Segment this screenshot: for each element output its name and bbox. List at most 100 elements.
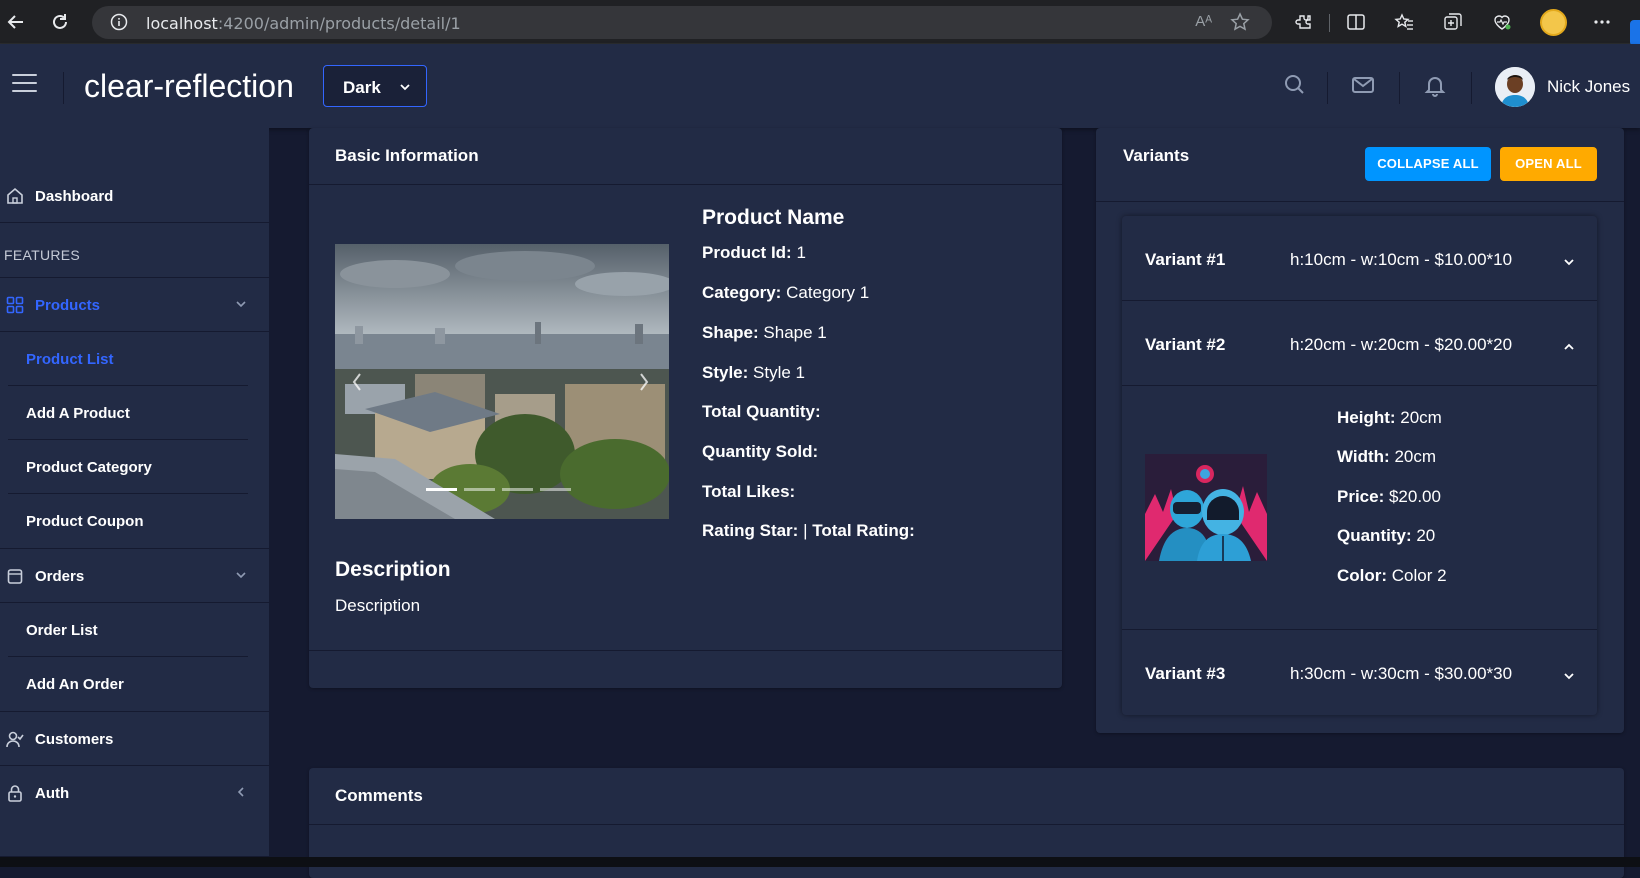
header-divider xyxy=(1327,72,1328,104)
url-path: :4200/admin/products/detail/1 xyxy=(217,14,461,33)
taskbar-strip xyxy=(0,857,1640,867)
header-divider xyxy=(63,72,64,104)
variant-details: Height: 20cm Width: 20cm Price: $20.00 Q… xyxy=(1122,386,1597,630)
user-name[interactable]: Nick Jones xyxy=(1547,77,1630,97)
description-text: Description xyxy=(335,596,421,615)
more-options-icon[interactable] xyxy=(1590,10,1614,34)
sidebar-group-title: FEATURES xyxy=(4,247,81,263)
site-info-icon[interactable] xyxy=(110,13,128,31)
url-host: localhost xyxy=(146,14,218,33)
sidebar-item-products[interactable]: Products xyxy=(0,278,269,332)
variant-price-field: Price: $20.00 xyxy=(1337,487,1441,506)
person-done-icon xyxy=(6,730,24,748)
header-divider xyxy=(1399,72,1400,104)
sidebar-item-order-list[interactable]: Order List xyxy=(8,603,248,657)
carousel-dot[interactable] xyxy=(426,488,457,491)
email-icon[interactable] xyxy=(1351,73,1375,97)
user-avatar[interactable] xyxy=(1495,67,1535,107)
product-image-carousel[interactable] xyxy=(335,244,669,519)
sidebar-item-auth[interactable]: Auth xyxy=(0,766,269,820)
menu-toggle-icon[interactable] xyxy=(12,74,37,94)
sidebar-item-add-order[interactable]: Add An Order xyxy=(8,657,248,711)
url-text: localhost:4200/admin/products/detail/1 xyxy=(146,14,461,33)
profile-avatar-icon[interactable] xyxy=(1540,9,1567,36)
app-header: clear-reflection Dark Nick Jones xyxy=(0,44,1640,128)
theme-select[interactable]: Dark xyxy=(323,65,427,107)
address-bar[interactable]: localhost:4200/admin/products/detail/1 A… xyxy=(92,6,1272,39)
sidebar-item-label: Dashboard xyxy=(35,188,114,205)
variant-header[interactable]: Variant #2 h:20cm - w:20cm - $20.00*20 xyxy=(1122,301,1597,386)
variant-width-field: Width: 20cm xyxy=(1337,447,1437,466)
app-title[interactable]: clear-reflection xyxy=(84,68,294,105)
open-all-button[interactable]: OPEN ALL xyxy=(1500,147,1597,181)
variant-name: Variant #2 xyxy=(1145,335,1226,354)
sidebar-item-label: Products xyxy=(35,297,101,314)
variant-header[interactable]: Variant #1 h:10cm - w:10cm - $10.00*10 xyxy=(1122,216,1597,301)
read-aloud-icon[interactable]: Aᴬ xyxy=(1195,13,1212,30)
shopping-bag-icon xyxy=(6,567,24,585)
total-likes-field: Total Likes: xyxy=(702,482,796,501)
back-arrow-icon[interactable] xyxy=(4,10,28,34)
browser-essentials-icon[interactable] xyxy=(1490,10,1514,34)
carousel-dot[interactable] xyxy=(540,488,571,491)
rating-field: Rating Star: | Total Rating: xyxy=(702,521,915,540)
favorite-star-icon[interactable] xyxy=(1230,12,1250,32)
chevron-up-icon xyxy=(1563,341,1575,353)
sidebar-item-label: Orders xyxy=(35,568,85,585)
variants-accordion: Variant #1 h:10cm - w:10cm - $10.00*10 V… xyxy=(1122,216,1597,715)
theme-select-value: Dark xyxy=(343,78,381,97)
shape-field: Shape: Shape 1 xyxy=(702,323,827,342)
carousel-dot[interactable] xyxy=(464,488,495,491)
collapse-all-button[interactable]: COLLAPSE ALL xyxy=(1365,147,1491,181)
sidebar-item-label: Add A Product xyxy=(26,405,130,422)
edge-sidebar-tab[interactable] xyxy=(1630,20,1640,46)
reload-icon[interactable] xyxy=(48,10,72,34)
variant-color-field: Color: Color 2 xyxy=(1337,566,1447,585)
sidebar-item-label: Product Coupon xyxy=(26,513,144,530)
sidebar-item-product-category[interactable]: Product Category xyxy=(8,440,248,494)
variant-image xyxy=(1145,454,1267,561)
style-field: Style: Style 1 xyxy=(702,363,805,382)
search-icon[interactable] xyxy=(1284,73,1306,97)
split-screen-icon[interactable] xyxy=(1344,10,1368,34)
total-quantity-field: Total Quantity: xyxy=(702,402,821,421)
sidebar-item-customers[interactable]: Customers xyxy=(0,712,269,766)
variant-quantity-field: Quantity: 20 xyxy=(1337,526,1436,545)
sidebar-item-label: Auth xyxy=(35,785,70,802)
notifications-bell-icon[interactable] xyxy=(1423,73,1447,99)
toolbar-divider xyxy=(1329,14,1330,32)
description-title: Description xyxy=(335,558,451,581)
card-header-divider xyxy=(1096,201,1624,202)
sidebar: Dashboard FEATURES Products Product List… xyxy=(0,128,269,856)
favorites-icon[interactable] xyxy=(1392,10,1416,34)
chevron-down-icon xyxy=(235,569,247,581)
sidebar-item-dashboard[interactable]: Dashboard xyxy=(0,169,269,223)
card-title: Basic Information xyxy=(309,128,1062,185)
collections-icon[interactable] xyxy=(1441,10,1465,34)
chevron-down-icon xyxy=(235,298,247,310)
variant-name: Variant #1 xyxy=(1145,250,1226,269)
chevron-down-icon xyxy=(1563,670,1575,682)
carousel-dot[interactable] xyxy=(502,488,533,491)
city-photo xyxy=(335,244,669,519)
variant-name: Variant #3 xyxy=(1145,664,1226,683)
extensions-icon[interactable] xyxy=(1292,10,1316,34)
sidebar-item-label: Product Category xyxy=(26,459,152,476)
product-name: Product Name xyxy=(702,206,845,229)
sidebar-item-orders[interactable]: Orders xyxy=(0,549,269,603)
home-icon xyxy=(6,187,24,205)
variant-summary: h:10cm - w:10cm - $10.00*10 xyxy=(1290,250,1513,269)
category-field: Category: Category 1 xyxy=(702,283,870,302)
sidebar-item-product-coupon[interactable]: Product Coupon xyxy=(8,494,248,548)
basic-information-card: Basic Information Product Name Product I… xyxy=(309,128,1062,688)
carousel-indicators[interactable] xyxy=(426,488,571,491)
variant-height-field: Height: 20cm xyxy=(1337,408,1442,427)
card-title: Comments xyxy=(309,768,1624,825)
variant-header[interactable]: Variant #3 h:30cm - w:30cm - $30.00*30 xyxy=(1122,630,1597,715)
chevron-down-icon xyxy=(1563,256,1575,268)
product-id-field: Product Id: 1 xyxy=(702,243,806,262)
sidebar-item-add-product[interactable]: Add A Product xyxy=(8,386,248,440)
chevron-down-icon xyxy=(398,80,412,94)
sidebar-item-product-list[interactable]: Product List xyxy=(8,332,248,386)
card-title: Variants xyxy=(1123,146,1190,165)
